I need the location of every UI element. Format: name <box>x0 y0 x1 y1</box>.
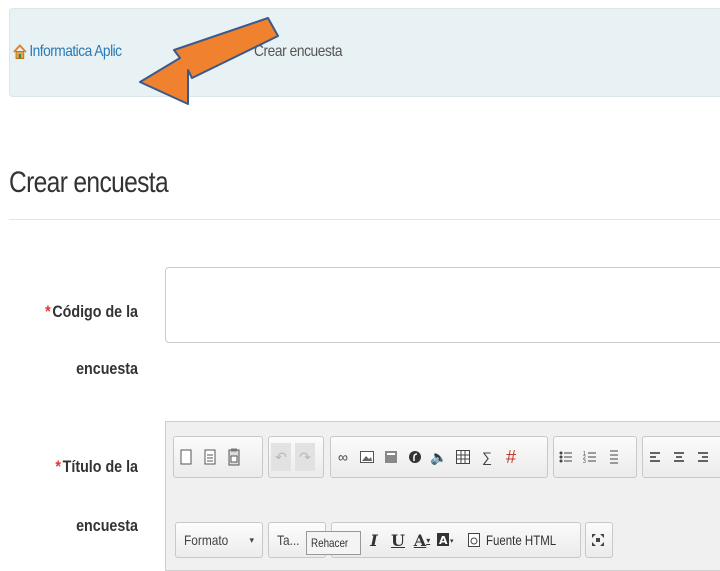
title-divider <box>9 219 720 220</box>
required-mark: * <box>55 457 61 476</box>
flash-icon[interactable] <box>381 443 401 471</box>
text-color-icon[interactable]: A ▾ <box>412 526 432 554</box>
underline-icon[interactable]: U <box>388 526 408 554</box>
bg-color-icon[interactable]: A ▾ <box>436 526 456 554</box>
page-title: Crear encuesta <box>9 166 169 199</box>
audio-icon[interactable]: 🔈 <box>429 443 449 471</box>
svg-text:3: 3 <box>583 459 586 464</box>
toolbar-group-lists: 123 <box>553 436 637 478</box>
breadcrumb-home-label: Informatica Aplic <box>29 43 122 60</box>
svg-text:A: A <box>439 534 448 547</box>
toolbar-group-align <box>642 436 720 478</box>
title-field-label-line2: encuesta <box>76 516 138 535</box>
redo-icon[interactable]: ↷ <box>295 443 315 471</box>
format-combo[interactable]: Formato ▾ <box>175 522 263 558</box>
toolbar-group-text: B I U A▾ A▾ Fuente HTML <box>331 522 581 558</box>
align-center-icon[interactable] <box>669 443 689 471</box>
italic-icon[interactable]: I <box>364 526 384 554</box>
bulleted-list-icon[interactable] <box>556 443 576 471</box>
link-icon[interactable]: ∞ <box>333 443 353 471</box>
redo-tooltip: Rehacer <box>306 531 362 555</box>
toolbar-group-insert: ∞ 🔈 ∑ # <box>330 436 548 478</box>
required-mark: * <box>45 302 51 321</box>
table-icon[interactable] <box>453 443 473 471</box>
line-list-icon[interactable] <box>604 443 624 471</box>
paste-word-icon[interactable] <box>224 443 244 471</box>
code-field-label: *Código de la <box>45 302 138 321</box>
annotation-arrow-icon <box>139 17 279 105</box>
preview-icon[interactable] <box>200 443 220 471</box>
svg-text:▾: ▾ <box>450 538 454 545</box>
numbered-list-icon[interactable]: 123 <box>580 443 600 471</box>
image-icon[interactable] <box>357 443 377 471</box>
formula-icon[interactable]: ∑ <box>477 443 497 471</box>
chevron-down-icon: ▾ <box>249 534 254 545</box>
undo-icon[interactable]: ↶ <box>271 443 291 471</box>
new-page-icon[interactable] <box>176 443 196 471</box>
toolbar-group-history: ↶ ↷ <box>268 436 324 478</box>
align-right-icon[interactable] <box>693 443 713 471</box>
toolbar-group-view <box>585 522 613 558</box>
breadcrumb-home-link[interactable]: Informatica Aplic <box>13 43 122 61</box>
special-char-icon[interactable] <box>405 443 425 471</box>
strike-formula-icon[interactable]: # <box>501 443 521 471</box>
toolbar-group-document <box>173 436 263 478</box>
code-input[interactable] <box>165 267 720 343</box>
maximize-icon[interactable] <box>588 526 608 554</box>
source-button-label[interactable]: Fuente HTML <box>486 532 556 548</box>
home-icon <box>13 44 27 59</box>
code-field-label-line2: encuesta <box>76 359 138 378</box>
align-left-icon[interactable] <box>645 443 665 471</box>
title-field-label: *Título de la <box>55 457 138 476</box>
source-icon[interactable] <box>464 526 484 554</box>
